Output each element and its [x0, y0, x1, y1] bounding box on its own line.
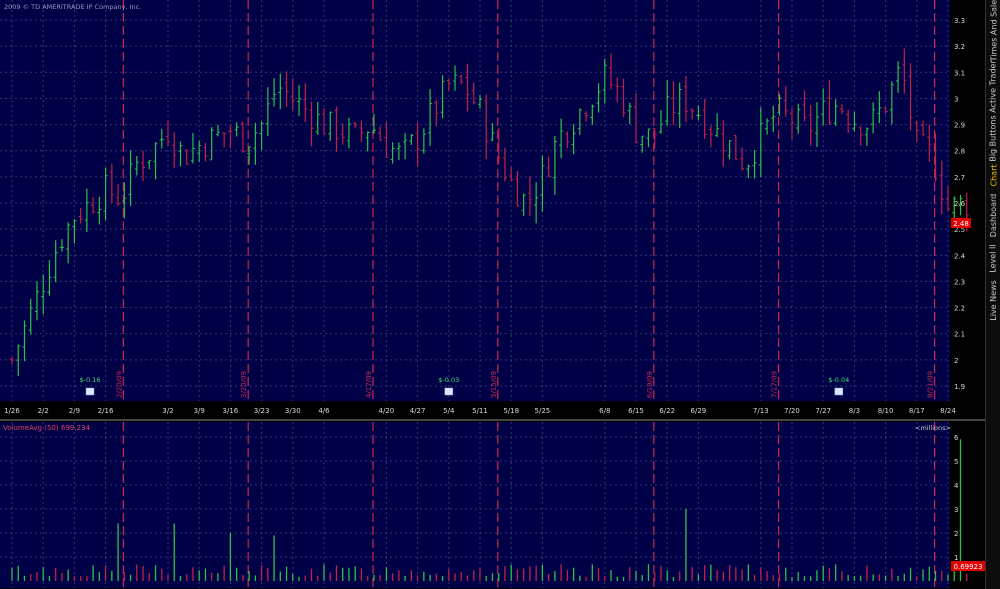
x-tick-label: 2/9	[69, 407, 80, 415]
x-tick-label: 4/20	[379, 407, 395, 415]
price-tick-label: 2.7	[954, 174, 965, 182]
event-line-label: 6/19/09	[646, 371, 654, 398]
dividend-icon	[834, 387, 844, 396]
copyright-text: 2009 © TD AMERITRADE IP Company, Inc.	[4, 3, 141, 11]
price-tick-label: 3.1	[954, 69, 965, 77]
price-tick-label: 3.2	[954, 43, 965, 51]
x-tick-label: 5/25	[535, 407, 551, 415]
price-tick-label: 3.3	[954, 17, 965, 25]
price-axis-strip	[950, 0, 985, 589]
x-tick-label: 8/24	[940, 407, 956, 415]
x-tick-label: 8/3	[849, 407, 860, 415]
sidebar: Times And Sales Active Trader Big Button…	[985, 0, 1000, 589]
price-tick-label: 2.2	[954, 305, 965, 313]
event-line-label: 3/20/09	[240, 371, 248, 398]
x-tick-label: 5/18	[503, 407, 519, 415]
volume-tick-label: 1	[954, 554, 958, 562]
tab-dashboard[interactable]: Dashboard	[986, 190, 1000, 240]
event-line-label: 2/20/09	[115, 371, 123, 398]
price-tick-label: 2.1	[954, 331, 965, 339]
volume-tick-label: 3	[954, 506, 958, 514]
price-tick-label: 1.9	[954, 383, 965, 391]
price-tick-label: 2.6	[954, 200, 966, 208]
x-tick-label: 7/13	[753, 407, 769, 415]
x-tick-label: 3/30	[285, 407, 301, 415]
tab-big-buttons[interactable]: Big Buttons	[986, 115, 1000, 161]
volume-study-name: VolumeAvg (50)	[3, 424, 59, 432]
event-line-label: 7/17/09	[771, 371, 779, 398]
x-tick-label: 6/8	[599, 407, 610, 415]
price-tick-label: 2	[954, 357, 958, 365]
volume-avg-text: 0.69923	[954, 563, 983, 571]
x-tick-label: 8/10	[878, 407, 894, 415]
event-line-label: 4/17/09	[365, 371, 373, 398]
chart: 2/20/09 3/20/09 4/17/09 5/15/09 6/19/09 7/17/…	[0, 0, 1000, 589]
volume-panel[interactable]	[0, 422, 950, 588]
last-price-badge: 2.48	[951, 218, 971, 228]
dividend-label: $-0.04	[828, 376, 849, 384]
x-tick-label: 6/15	[628, 407, 644, 415]
dividend-icon	[85, 387, 95, 396]
price-tick-label: 2.9	[954, 122, 965, 130]
price-tick-label: 2.4	[954, 252, 966, 260]
x-tick-label: 2/2	[38, 407, 49, 415]
volume-tick-label: 6	[954, 434, 959, 442]
tab-chart[interactable]: Chart	[986, 160, 1000, 190]
last-price-text: 2.48	[953, 220, 969, 228]
x-tick-label: 7/20	[784, 407, 800, 415]
volume-tick-label: 5	[954, 458, 958, 466]
x-tick-label: 4/27	[410, 407, 426, 415]
x-tick-label: 3/23	[254, 407, 270, 415]
tab-level-ii[interactable]: Level II	[986, 240, 1000, 276]
dividend-label: $-0.16	[80, 376, 101, 384]
x-tick-label: 6/29	[691, 407, 707, 415]
x-tick-label: 7/27	[815, 407, 831, 415]
x-tick-label: 3/9	[194, 407, 205, 415]
price-tick-label: 2.3	[954, 278, 965, 286]
volume-study-value: 699,234	[61, 424, 90, 432]
price-panel[interactable]	[0, 0, 950, 401]
price-tick-label: 3	[954, 95, 958, 103]
event-line-label: 8/21/09	[927, 371, 935, 398]
volume-units: <millions>	[915, 424, 951, 432]
volume-tick-label: 2	[954, 530, 958, 538]
x-tick-label: 3/16	[223, 407, 239, 415]
x-tick-label: 8/17	[909, 407, 925, 415]
x-tick-label: 5/4	[443, 407, 455, 415]
tab-times-and-sales[interactable]: Times And Sales	[986, 0, 1000, 61]
x-tick-label: 3/2	[162, 407, 173, 415]
x-tick-label: 6/22	[659, 407, 675, 415]
tab-live-news[interactable]: Live News	[986, 276, 1000, 324]
price-tick-label: 2.8	[954, 148, 965, 156]
x-tick-label: 4/6	[318, 407, 330, 415]
x-tick-label: 2/16	[98, 407, 114, 415]
volume-tick-label: 4	[954, 482, 959, 490]
dividend-icon	[444, 387, 454, 396]
tab-active-trader[interactable]: Active Trader	[986, 56, 1000, 116]
x-tick-label: 5/11	[472, 407, 488, 415]
dividend-label: $-0.03	[438, 376, 459, 384]
x-tick-label: 1/26	[4, 407, 20, 415]
event-line-label: 5/15/09	[490, 371, 498, 398]
volume-avg-badge: 0.69923	[951, 561, 985, 571]
